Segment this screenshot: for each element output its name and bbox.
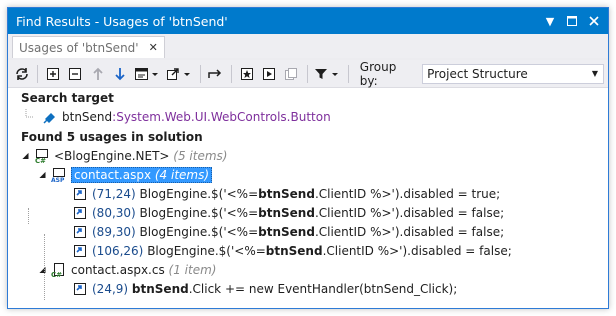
close-tab-icon[interactable]: ✕ (149, 41, 158, 54)
search-target-row[interactable]: btnSend:System.Web.UI.WebControls.Button (8, 107, 608, 126)
tab-label: Usages of 'btnSend' (19, 40, 139, 55)
usage-icon (72, 224, 88, 240)
filter-icon[interactable] (313, 64, 342, 84)
project-name: <BlogEngine.NET> (54, 148, 170, 163)
usage-text-pre: BlogEngine.$('<%= (139, 186, 259, 201)
usage-text-pre: BlogEngine.$('<%= (139, 224, 259, 239)
usage-row[interactable]: (89,30) BlogEngine.$('<%= btnSend .ClientI… (8, 222, 608, 241)
toolbar-separator (306, 64, 308, 83)
expand-all-icon[interactable] (43, 64, 62, 84)
usage-match: btnSend (258, 205, 315, 220)
search-target-name: btnSend (62, 109, 113, 124)
tab-usages[interactable]: Usages of 'btnSend' ✕ (12, 36, 165, 58)
usage-match: btnSend (258, 224, 315, 239)
results-heading: Found 5 usages in solution (8, 127, 608, 146)
chevron-down-icon: ▼ (591, 69, 599, 78)
group-by-value: Project Structure (427, 66, 528, 81)
group-by-label: Group by: (359, 59, 397, 88)
pin-results-icon[interactable] (237, 64, 256, 84)
tree-connector (28, 208, 29, 224)
usage-text-post: .ClientID %>').disabled = true; (314, 186, 501, 201)
find-results-window: Find Results - Usages of 'btnSend' ▼ Usa… (7, 7, 609, 309)
usage-icon (72, 186, 88, 202)
usage-icon (72, 205, 88, 221)
file-label-selected: contact.aspx (4 items) (71, 166, 213, 183)
usage-text-pre: BlogEngine.$('<%= (139, 205, 259, 220)
usage-position: (24,9) (92, 281, 129, 296)
toolbar-separator (347, 64, 349, 83)
usage-row[interactable]: (71,24) BlogEngine.$('<%= btnSend .ClientI… (8, 184, 608, 203)
aspx-file-icon: ASP (51, 167, 67, 183)
file-count: (1 item) (168, 262, 217, 277)
usage-row[interactable]: (24,9) btnSend .Click += new EventHandler… (8, 279, 608, 298)
tab-bar: Usages of 'btnSend' ✕ (8, 34, 608, 60)
usage-position: (71,24) (92, 186, 136, 201)
toolbar-separator (37, 64, 39, 83)
toolbar-separator (199, 64, 201, 83)
usage-text-post: .ClientID %>').disabled = false; (314, 224, 505, 239)
usage-row[interactable]: (106,26) BlogEngine.$('<%= btnSend .Client… (8, 241, 608, 260)
file-name: contact.aspx.cs (71, 262, 165, 277)
file-node-contact-aspx[interactable]: ◢ ASP contact.aspx (4 items) (8, 165, 608, 184)
svg-text:ASP: ASP (51, 177, 65, 183)
title-bar: Find Results - Usages of 'btnSend' ▼ (8, 8, 608, 34)
collapse-triangle-icon[interactable]: ◢ (20, 150, 31, 161)
previous-occurrence-icon[interactable] (88, 64, 107, 84)
file-node-contact-aspx-cs[interactable]: ◢ C# contact.aspx.cs (1 item) (8, 260, 608, 279)
search-target-type: :System.Web.UI.WebControls.Button (112, 109, 331, 124)
project-node[interactable]: ◢ C# <BlogEngine.NET> (5 items) (8, 146, 608, 165)
usage-text-post: .ClientID %>').disabled = false; (322, 243, 512, 258)
usage-match: btnSend (258, 186, 315, 201)
usage-match: btnSend (131, 281, 189, 296)
collapse-triangle-icon[interactable]: ◢ (37, 264, 48, 275)
group-by-select[interactable]: Project Structure ▼ (422, 63, 604, 84)
go-to-usage-icon[interactable] (206, 64, 225, 84)
usage-icon (72, 281, 88, 297)
usage-row[interactable]: (80,30) BlogEngine.$('<%= btnSend .ClientI… (8, 203, 608, 222)
collapse-triangle-icon[interactable]: ◢ (37, 169, 48, 180)
refresh-icon[interactable] (12, 64, 31, 84)
svg-text:C#: C# (35, 157, 46, 164)
csharp-file-icon: C# (51, 262, 67, 278)
export-icon[interactable] (165, 64, 194, 84)
usage-position: (106,26) (92, 243, 144, 258)
file-count: (4 items) (154, 167, 210, 182)
collapse-all-icon[interactable] (66, 64, 85, 84)
search-target-heading: Search target (8, 88, 608, 107)
window-title: Find Results - Usages of 'btnSend' (16, 13, 228, 29)
tree-line-icon (22, 108, 38, 125)
results-panel: Search target btnSend:System.Web.UI.WebC… (8, 88, 608, 306)
tree-connector (44, 234, 45, 300)
file-name: contact.aspx (74, 167, 152, 182)
usage-icon (72, 243, 88, 259)
dropdown-arrow-icon[interactable]: ▼ (542, 13, 558, 29)
svg-text:C#: C# (51, 271, 62, 278)
usage-position: (80,30) (92, 205, 136, 220)
usage-position: (89,30) (92, 224, 136, 239)
field-icon (42, 109, 58, 125)
usage-text-post: .ClientID %>').disabled = false; (314, 205, 505, 220)
close-icon[interactable] (586, 13, 602, 29)
toolbar-separator (230, 64, 232, 83)
csharp-project-icon: C# (34, 148, 50, 164)
project-count: (5 items) (173, 148, 228, 163)
maximize-icon[interactable] (564, 13, 580, 29)
usage-text-pre: BlogEngine.$('<%= (147, 243, 266, 258)
preview-options-icon[interactable] (133, 64, 162, 84)
usage-match: btnSend (265, 243, 323, 258)
next-occurrence-icon[interactable] (110, 64, 129, 84)
usage-text-post: .Click += new EventHandler(btnSend_Click… (188, 281, 458, 296)
show-in-window-icon[interactable] (259, 64, 278, 84)
copy-results-icon[interactable] (282, 64, 301, 84)
toolbar: Group by: Project Structure ▼ (8, 60, 608, 88)
